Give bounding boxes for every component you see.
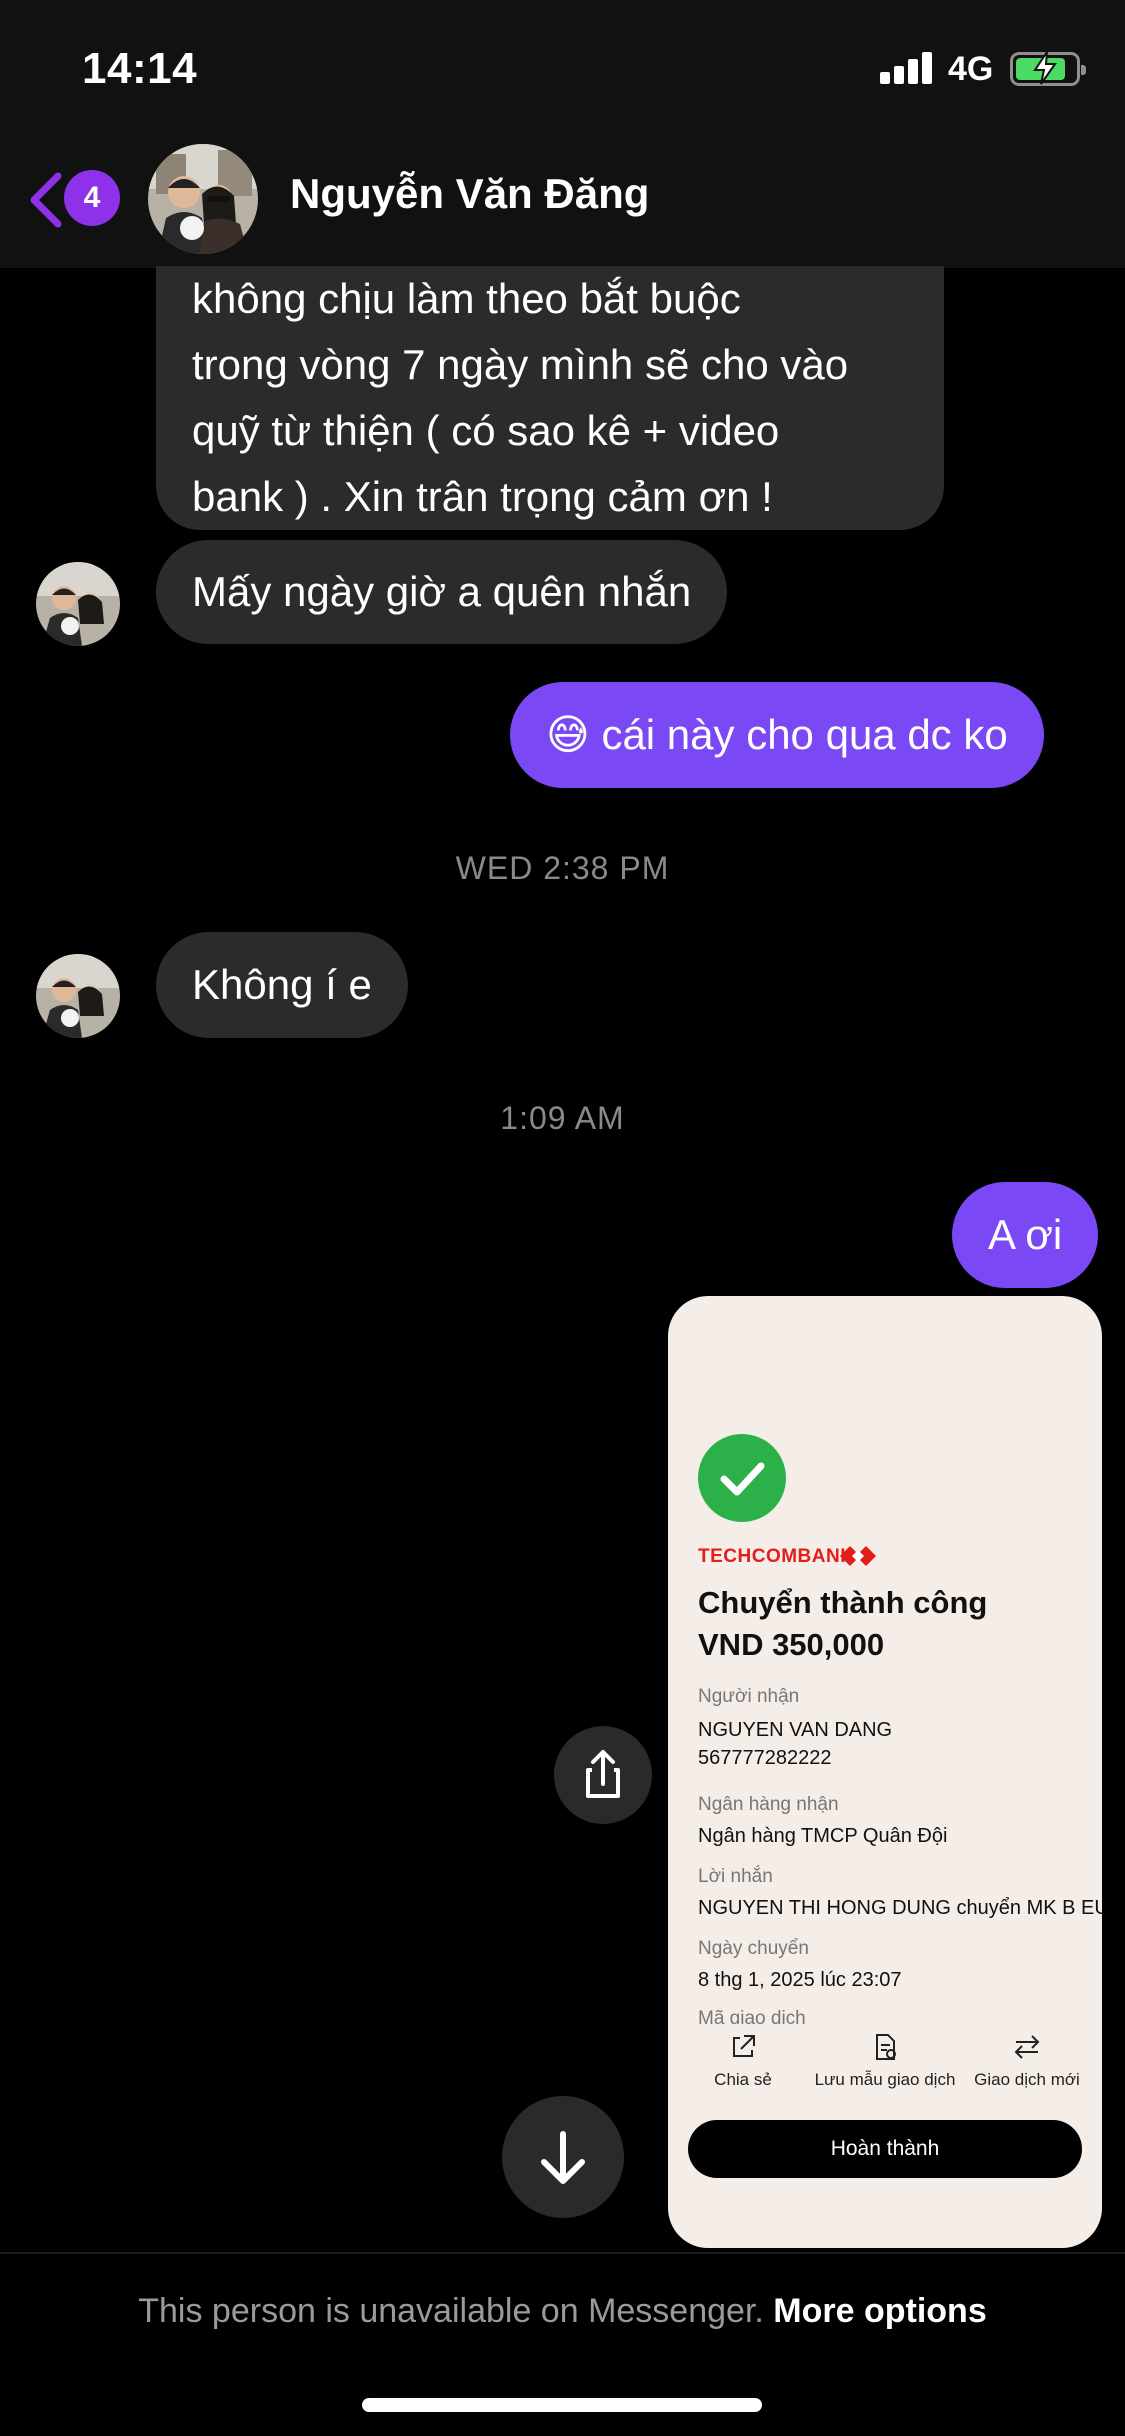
network-type: 4G <box>948 50 994 88</box>
message-line: trong vòng 7 ngày mình sẽ cho vào <box>192 341 849 388</box>
chat-header: 4 Nguyễn Văn Đăng <box>0 140 1125 268</box>
arrow-down-icon <box>541 2131 585 2184</box>
bank-label: Ngân hàng nhận <box>698 1794 839 1815</box>
bank-value: Ngân hàng TMCP Quân Đội <box>698 1825 948 1847</box>
new-transaction-action: Giao dịch mới <box>952 2032 1102 2090</box>
date-label: Ngày chuyển <box>698 1938 809 1959</box>
incoming-message-bubble[interactable]: Mấy ngày giờ a quên nhắn <box>156 540 728 644</box>
incoming-message-bubble[interactable]: Không í e <box>156 932 408 1038</box>
outgoing-message-bubble[interactable]: A ơi <box>952 1182 1099 1288</box>
footer-divider <box>0 2252 1125 2254</box>
recipient-name: NGUYEN VAN DANG <box>698 1719 893 1741</box>
message-line: bank ) . Xin trân trọng cảm ơn ! <box>192 473 773 520</box>
message-line: không chịu làm theo bắt buộc <box>192 275 741 322</box>
swap-arrows-icon <box>1014 2035 1040 2059</box>
transfer-title: Chuyển thành công VND 350,000 <box>698 1582 1088 1666</box>
sender-avatar[interactable] <box>36 954 120 1038</box>
note-label: Lời nhắn <box>698 1866 773 1887</box>
share-action: Chia sẻ <box>668 2032 818 2090</box>
share-icon <box>586 1750 620 1798</box>
contact-name[interactable]: Nguyễn Văn Đăng <box>290 170 649 218</box>
scroll-to-bottom-button[interactable] <box>502 2096 624 2218</box>
save-template-label: Lưu mẫu giao dịch <box>814 2070 956 2089</box>
status-time: 14:14 <box>82 44 198 93</box>
battery-icon <box>1010 51 1086 86</box>
share-button[interactable] <box>554 1726 652 1824</box>
done-button: Hoàn thành <box>688 2120 1082 2178</box>
external-share-icon <box>733 2035 755 2057</box>
recipient-account: 567777282222 <box>698 1747 832 1769</box>
unread-count-badge[interactable]: 4 <box>64 170 120 226</box>
outgoing-message-bubble[interactable]: 😅 cái này cho qua dc ko <box>510 682 1044 788</box>
incoming-message-bubble[interactable]: không chịu làm theo bắt buộc trong vòng … <box>156 266 944 530</box>
transfer-actions: Chia sẻ Lưu mẫu giao dịch Giao dịch mới <box>668 2032 1102 2112</box>
chevron-left-icon[interactable] <box>24 170 68 230</box>
success-check-icon <box>698 1434 786 1522</box>
message-line: quỹ từ thiện ( có sao kê + video <box>192 407 780 454</box>
techcombank-logo-icon <box>840 1546 876 1566</box>
share-action-label: Chia sẻ <box>714 2070 772 2089</box>
message-timestamp: WED 2:38 PM <box>455 850 670 886</box>
date-value: 8 thg 1, 2025 lúc 23:07 <box>698 1969 902 1991</box>
sender-avatar[interactable] <box>36 562 120 646</box>
note-value: NGUYEN THI HONG DUNG chuyển MK B EU <box>698 1897 1102 1919</box>
status-bar: 14:14 4G <box>0 0 1125 140</box>
recipient-label: Người nhận <box>698 1686 800 1707</box>
home-indicator[interactable] <box>362 2398 762 2412</box>
new-transaction-label: Giao dịch mới <box>974 2070 1080 2089</box>
recipient-value: NGUYEN VAN DANG 567777282222 <box>698 1716 1098 1772</box>
txn-label: Mã giao dịch <box>698 2008 806 2024</box>
transfer-status-text: Chuyển thành công <box>698 1585 988 1620</box>
message-timestamp: 1:09 AM <box>500 1100 625 1136</box>
signal-strength-icon <box>880 52 934 84</box>
transfer-amount: VND 350,000 <box>698 1627 885 1662</box>
bank-brand: TECHCOMBANK <box>698 1546 855 1567</box>
unavailable-notice: This person is unavailable on Messenger.… <box>0 2292 1125 2331</box>
unavailable-text: This person is unavailable on Messenger. <box>138 2292 764 2330</box>
document-icon <box>876 2034 896 2060</box>
more-options-link[interactable]: More options <box>773 2292 986 2330</box>
save-template-action: Lưu mẫu giao dịch <box>810 2032 960 2090</box>
shared-photo-message[interactable]: TECHCOMBANK Chuyển thành công VND 350,00… <box>668 1296 1102 2248</box>
contact-avatar[interactable] <box>148 144 258 254</box>
charging-bolt-icon <box>1033 51 1057 85</box>
